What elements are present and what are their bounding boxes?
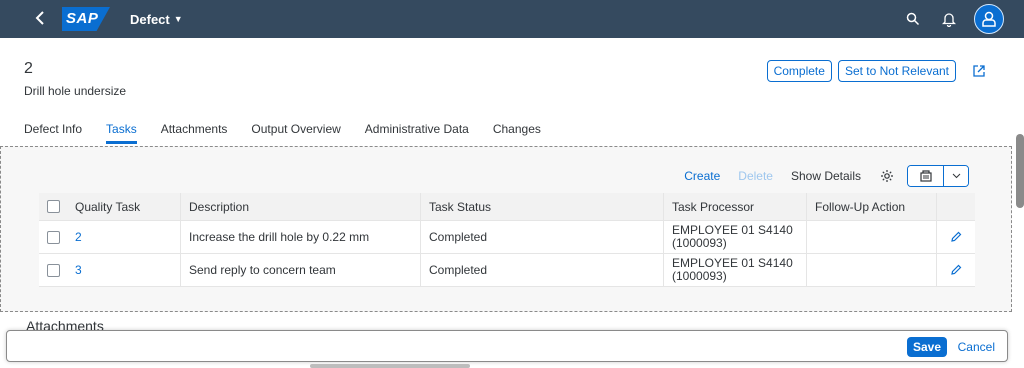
task-processor: EMPLOYEE 01 S4140 (1000093) — [664, 221, 807, 253]
sap-logo: SAP — [62, 7, 110, 31]
tab-defect-info[interactable]: Defect Info — [24, 118, 94, 144]
search-icon — [906, 12, 920, 26]
bell-icon — [942, 12, 956, 27]
back-button[interactable] — [30, 0, 50, 38]
edit-row-button[interactable] — [950, 231, 962, 243]
export-split-button — [907, 165, 969, 187]
tab-output-overview[interactable]: Output Overview — [251, 118, 352, 144]
gear-icon — [881, 170, 893, 182]
task-description: Send reply to concern team — [181, 254, 421, 286]
export-icon — [919, 170, 932, 182]
column-header-actions — [937, 193, 975, 220]
notifications-button[interactable] — [938, 8, 960, 30]
complete-button[interactable]: Complete — [766, 60, 832, 82]
edit-row-button[interactable] — [950, 264, 962, 276]
share-button[interactable] — [970, 62, 988, 80]
save-button[interactable]: Save — [906, 337, 947, 357]
create-button[interactable]: Create — [684, 169, 720, 183]
share-icon — [973, 65, 985, 77]
user-avatar[interactable] — [974, 4, 1004, 34]
column-header-quality-task[interactable]: Quality Task — [67, 193, 181, 220]
tab-attachments[interactable]: Attachments — [161, 118, 240, 144]
horizontal-scrollbar[interactable] — [310, 364, 470, 368]
table-toolbar: Create Delete Show Details — [666, 165, 969, 187]
tab-tasks[interactable]: Tasks — [106, 118, 149, 144]
cancel-button[interactable]: Cancel — [958, 340, 995, 354]
task-processor-id: (1000093) — [672, 269, 727, 283]
show-details-button[interactable]: Show Details — [791, 169, 861, 183]
column-header-description[interactable]: Description — [181, 193, 421, 220]
table-row[interactable]: 3 Send reply to concern team Completed E… — [39, 254, 975, 287]
export-menu-button[interactable] — [944, 166, 968, 186]
object-subtitle: Drill hole undersize — [24, 84, 127, 98]
table-row[interactable]: 2 Increase the drill hole by 0.22 mm Com… — [39, 221, 975, 254]
caret-down-icon: ▼ — [173, 14, 183, 24]
delete-button[interactable]: Delete — [738, 169, 773, 183]
row-checkbox[interactable] — [47, 230, 60, 244]
column-header-task-processor[interactable]: Task Processor — [664, 193, 807, 220]
tab-changes[interactable]: Changes — [493, 118, 553, 144]
row-checkbox[interactable] — [47, 263, 60, 277]
follow-up-action — [807, 221, 937, 253]
task-description: Increase the drill hole by 0.22 mm — [181, 221, 421, 253]
app-title: Defect — [130, 11, 170, 27]
footer-toolbar: Save Cancel — [6, 330, 1008, 362]
settings-button[interactable] — [879, 168, 895, 184]
follow-up-action — [807, 254, 937, 286]
column-header-task-status[interactable]: Task Status — [421, 193, 664, 220]
task-status: Completed — [421, 221, 664, 253]
app-title-menu[interactable]: Defect ▼ — [130, 12, 183, 27]
export-button[interactable] — [908, 166, 944, 186]
tasks-section: Create Delete Show Details Quality Task … — [0, 146, 1012, 312]
task-status: Completed — [421, 254, 664, 286]
tab-bar: Defect Info Tasks Attachments Output Ove… — [24, 118, 565, 144]
task-processor: EMPLOYEE 01 S4140 (1000093) — [664, 254, 807, 286]
table-header-row: Quality Task Description Task Status Tas… — [39, 193, 975, 221]
task-processor-id: (1000093) — [672, 236, 727, 250]
back-icon — [35, 11, 44, 25]
column-header-follow-up-action[interactable]: Follow-Up Action — [807, 193, 937, 220]
user-icon — [982, 11, 996, 27]
shell-bar: SAP Defect ▼ — [0, 0, 1024, 38]
vertical-scrollbar[interactable] — [1016, 134, 1024, 208]
set-not-relevant-button[interactable]: Set to Not Relevant — [837, 60, 956, 82]
tab-administrative-data[interactable]: Administrative Data — [365, 118, 481, 144]
chevron-down-icon — [952, 173, 960, 179]
quality-task-link[interactable]: 2 — [75, 230, 82, 244]
select-all-checkbox[interactable] — [47, 200, 60, 213]
object-id: 2 — [24, 60, 33, 77]
pencil-icon — [951, 231, 962, 242]
search-button[interactable] — [902, 8, 924, 30]
tasks-table: Quality Task Description Task Status Tas… — [39, 193, 975, 287]
pencil-icon — [951, 264, 962, 275]
quality-task-link[interactable]: 3 — [75, 263, 82, 277]
